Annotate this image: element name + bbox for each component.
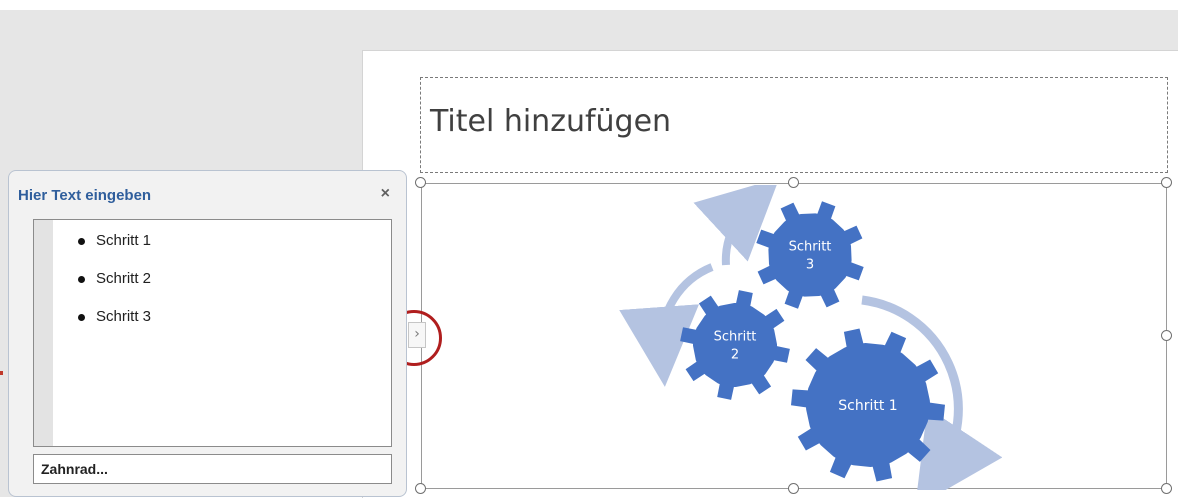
resize-handle-middle-right[interactable] (1161, 330, 1172, 341)
gear-shape (756, 201, 864, 309)
title-placeholder-text: Titel hinzufügen (430, 104, 672, 139)
gear-label: 2 (731, 348, 739, 363)
title-placeholder[interactable]: Titel hinzufügen (420, 77, 1168, 173)
gear-diagram[interactable]: Schritt 1 Schritt 2 Schritt 3 (600, 185, 1020, 490)
list-item[interactable]: Schritt 2 (74, 270, 151, 308)
edge-marker (0, 371, 3, 375)
list-item-label: Schritt 2 (96, 270, 152, 287)
layout-description-field[interactable]: Zahnrad... (33, 454, 392, 484)
gear-label: 3 (806, 258, 814, 273)
bullet-icon (78, 314, 85, 321)
bullet-list: Schritt 1 Schritt 2 Schritt 3 (74, 232, 151, 346)
list-item-label: Schritt 1 (96, 232, 152, 249)
text-pane-list-box[interactable]: Schritt 1 Schritt 2 Schritt 3 (33, 219, 392, 447)
gear-label: Schritt (789, 240, 832, 255)
gear-label: Schritt 1 (838, 398, 897, 414)
text-pane-gutter (34, 220, 53, 446)
resize-handle-bottom-right[interactable] (1161, 483, 1172, 494)
text-pane: Hier Text eingeben × Schritt 1 Schritt 2… (8, 170, 407, 497)
bullet-icon (78, 238, 85, 245)
gear-shape (680, 290, 790, 400)
resize-handle-top-left[interactable] (415, 177, 426, 188)
layout-description-label: Zahnrad... (41, 461, 108, 477)
list-item[interactable]: Schritt 1 (74, 232, 151, 270)
list-item[interactable]: Schritt 3 (74, 308, 151, 346)
bullet-icon (78, 276, 85, 283)
close-icon[interactable]: × (381, 185, 390, 203)
text-pane-title: Hier Text eingeben (18, 187, 152, 204)
text-pane-header: Hier Text eingeben × (9, 171, 406, 219)
resize-handle-top-right[interactable] (1161, 177, 1172, 188)
gear-label: Schritt (714, 330, 757, 345)
gear-step-3[interactable]: Schritt 3 (756, 201, 864, 309)
cycle-arrow-top (693, 185, 780, 266)
list-item-label: Schritt 3 (96, 308, 152, 325)
gear-step-2[interactable]: Schritt 2 (680, 290, 790, 400)
gear-step-1[interactable]: Schritt 1 (791, 328, 945, 482)
resize-handle-bottom-left[interactable] (415, 483, 426, 494)
